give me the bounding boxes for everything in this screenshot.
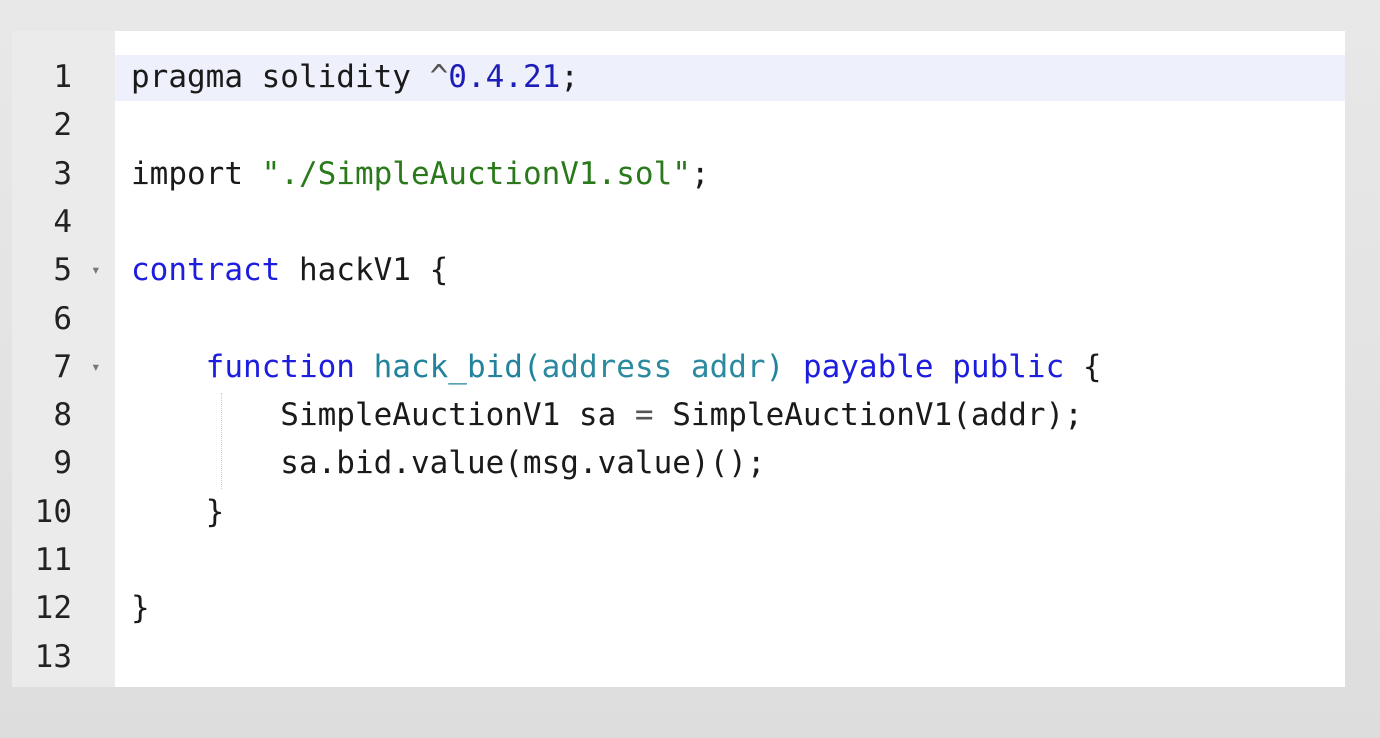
code-line[interactable]: 7 ▾ function hack_bid(address addr) payab… [12, 343, 1345, 391]
line-code: import "./SimpleAuctionV1.sol"; [131, 150, 710, 198]
code-line[interactable]: 6 [12, 295, 1345, 343]
code-token: } [131, 493, 225, 530]
code-line[interactable]: 10 } [12, 488, 1345, 536]
line-number: 1 [53, 59, 72, 95]
fold-arrow-icon[interactable]: ▾ [91, 343, 101, 391]
line-code: pragma solidity ^0.4.21; [131, 53, 579, 101]
line-code: function hack_bid(address addr) payable … [131, 343, 1102, 391]
code-line[interactable]: 5 ▾ contract hackV1 { [12, 246, 1345, 294]
line-number: 7 [53, 348, 72, 385]
line-number: 6 [53, 300, 72, 337]
line-number: 10 [34, 493, 72, 530]
line-code: } [131, 488, 225, 536]
code-token: = [634, 397, 654, 434]
code-token: import [131, 155, 262, 192]
line-number: 2 [53, 107, 72, 144]
line-code: } [131, 584, 150, 632]
code-line[interactable]: 8 SimpleAuctionV1 sa = SimpleAuctionV1(a… [12, 391, 1345, 439]
line-code: sa.bid.value(msg.value)(); [131, 439, 766, 487]
code-line[interactable]: 1 pragma solidity ^0.4.21; [12, 53, 1345, 101]
line-number: 12 [34, 590, 72, 627]
code-token: public [952, 348, 1065, 385]
fold-arrow-icon[interactable]: ▾ [91, 246, 101, 294]
code-line[interactable]: 9 sa.bid.value(msg.value)(); [12, 439, 1345, 487]
code-token: pragma solidity [131, 59, 430, 95]
line-number: 9 [53, 445, 72, 482]
code-token: 0.4.21 [448, 59, 561, 95]
code-token: ^ [429, 59, 449, 95]
code-token: ; [690, 155, 710, 192]
line-number: 11 [34, 542, 72, 578]
code-line[interactable]: 3 import "./SimpleAuctionV1.sol"; [12, 150, 1345, 198]
code-token: { [1064, 348, 1102, 385]
line-number: 3 [53, 155, 72, 192]
code-line[interactable]: 11 [12, 536, 1345, 584]
code-line[interactable]: 12} [12, 584, 1345, 632]
line-code: SimpleAuctionV1 sa = SimpleAuctionV1(add… [131, 391, 1083, 439]
code-token: ) [765, 348, 785, 385]
code-token: SimpleAuctionV1(addr); [653, 397, 1083, 434]
code-token: sa.bid.value(msg.value)(); [131, 445, 766, 482]
code-token: hackV1 { [280, 252, 449, 289]
code-token: SimpleAuctionV1 sa [131, 397, 635, 434]
code-token: contract [131, 252, 281, 289]
line-number: 4 [53, 203, 72, 240]
code-line[interactable]: 4 [12, 198, 1345, 246]
code-editor[interactable]: 1 pragma solidity ^0.4.21; 2 3 import "./Sim… [12, 31, 1345, 687]
line-number: 5 [53, 252, 72, 289]
code-line[interactable]: 13 [12, 633, 1345, 681]
code-token: "./SimpleAuctionV1.sol" [261, 155, 691, 192]
code-token: ; [560, 59, 579, 95]
code-token: payable [802, 348, 934, 385]
code-token: ( [522, 348, 542, 385]
line-code: contract hackV1 { [131, 246, 448, 294]
line-number: 13 [34, 638, 72, 675]
code-line[interactable]: 2 [12, 101, 1345, 149]
line-number: 8 [53, 397, 72, 434]
code-token: address addr [541, 348, 766, 385]
code-token: } [131, 590, 150, 627]
code-token: hack_bid [373, 348, 523, 385]
code-token: function [205, 348, 355, 385]
